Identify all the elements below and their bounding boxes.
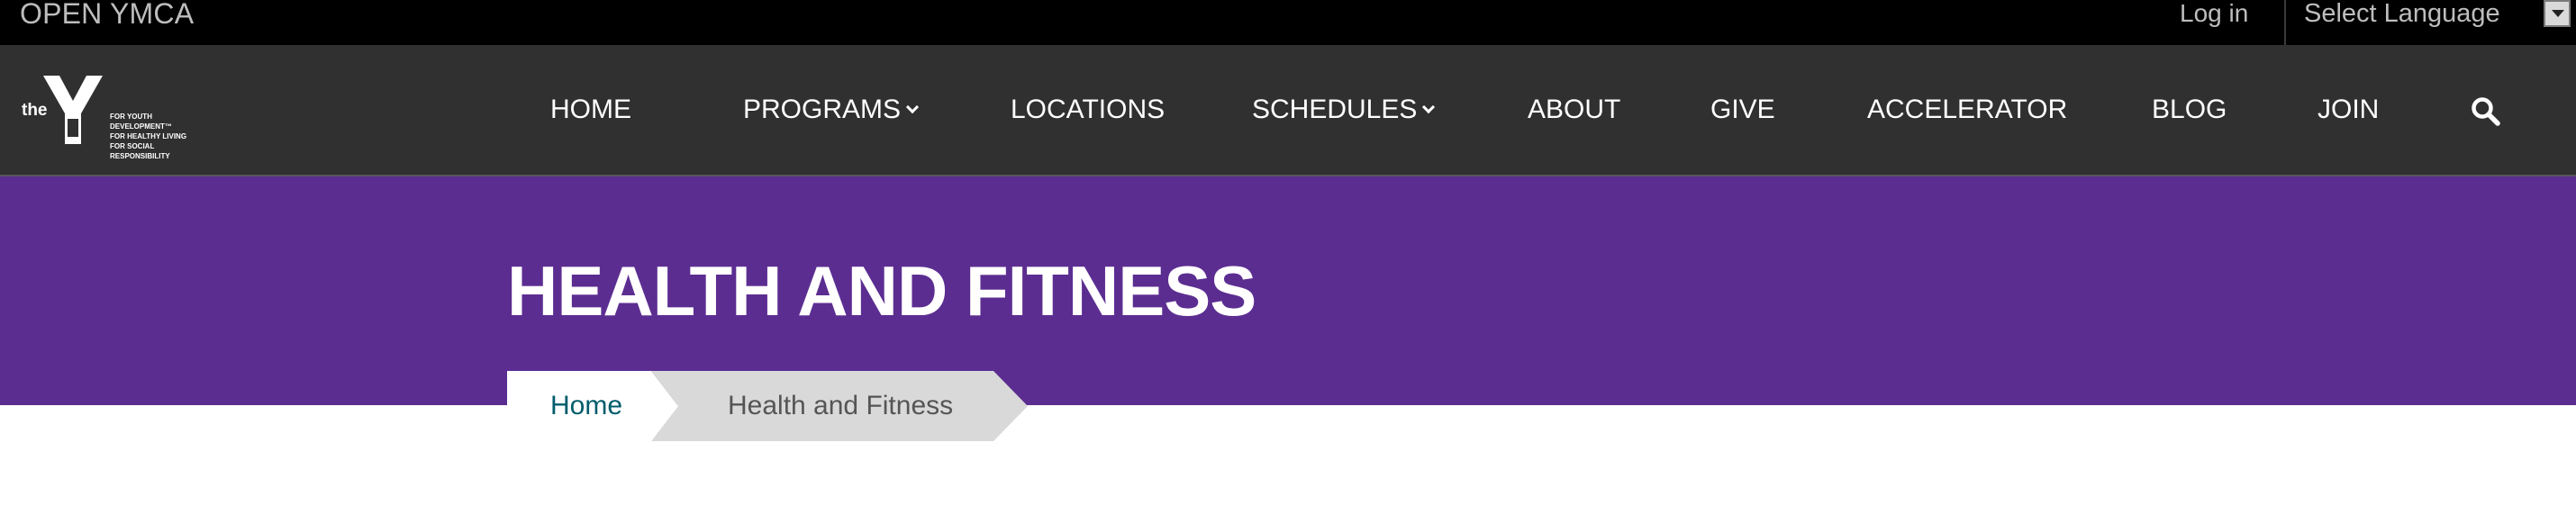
nav-programs[interactable]: PROGRAMS [743,94,920,126]
language-select-label: Select Language [2304,0,2500,28]
nav-accelerator[interactable]: ACCELERATOR [1867,94,2067,126]
nav-join-label: JOIN [2317,95,2380,124]
ymca-y-icon [43,76,103,144]
nav-give-label: GIVE [1710,95,1775,124]
search-icon [2472,97,2500,126]
language-select[interactable]: Select Language [2290,0,2576,29]
open-ymca-link[interactable]: OPEN YMCA [20,0,194,28]
page-title: HEALTH AND FITNESS [507,251,1256,330]
page-hero-banner [0,176,2576,405]
breadcrumb-home-link[interactable]: Home [550,390,622,422]
login-link[interactable]: Log in [2180,0,2248,27]
nav-locations[interactable]: LOCATIONS [1011,94,1165,126]
nav-join[interactable]: JOIN [2317,94,2379,126]
nav-locations-label: LOCATIONS [1011,95,1166,124]
breadcrumb-current: Health and Fitness [728,391,954,420]
nav-programs-label: PROGRAMS [743,95,902,124]
nav-home-label: HOME [550,95,631,124]
nav-about-label: ABOUT [1528,95,1621,124]
chevron-down-icon [1422,100,1436,114]
nav-schedules[interactable]: SCHEDULES [1252,94,1436,126]
nav-schedules-label: SCHEDULES [1252,95,1418,124]
top-utility-bar: OPEN YMCA Log in Select Language [0,0,2576,45]
logo-tagline: FOR YOUTH DEVELOPMENT™ FOR HEALTHY LIVIN… [110,113,187,160]
dropdown-arrow-icon[interactable] [2544,0,2571,27]
language-divider [2284,0,2286,45]
nav-blog-label: BLOG [2152,95,2227,124]
search-button[interactable] [2470,95,2502,128]
nav-home[interactable]: HOME [550,94,631,126]
chevron-down-icon [905,100,920,114]
breadcrumb: Home Health and Fitness [507,371,1029,441]
nav-about[interactable]: ABOUT [1528,94,1620,126]
nav-accelerator-label: ACCELERATOR [1867,95,2068,124]
ymca-logo[interactable]: the FOR YOUTH DEVELOPMENT™ FOR HEALTHY L… [20,74,209,160]
nav-give[interactable]: GIVE [1710,94,1775,126]
nav-blog[interactable]: BLOG [2152,94,2227,126]
